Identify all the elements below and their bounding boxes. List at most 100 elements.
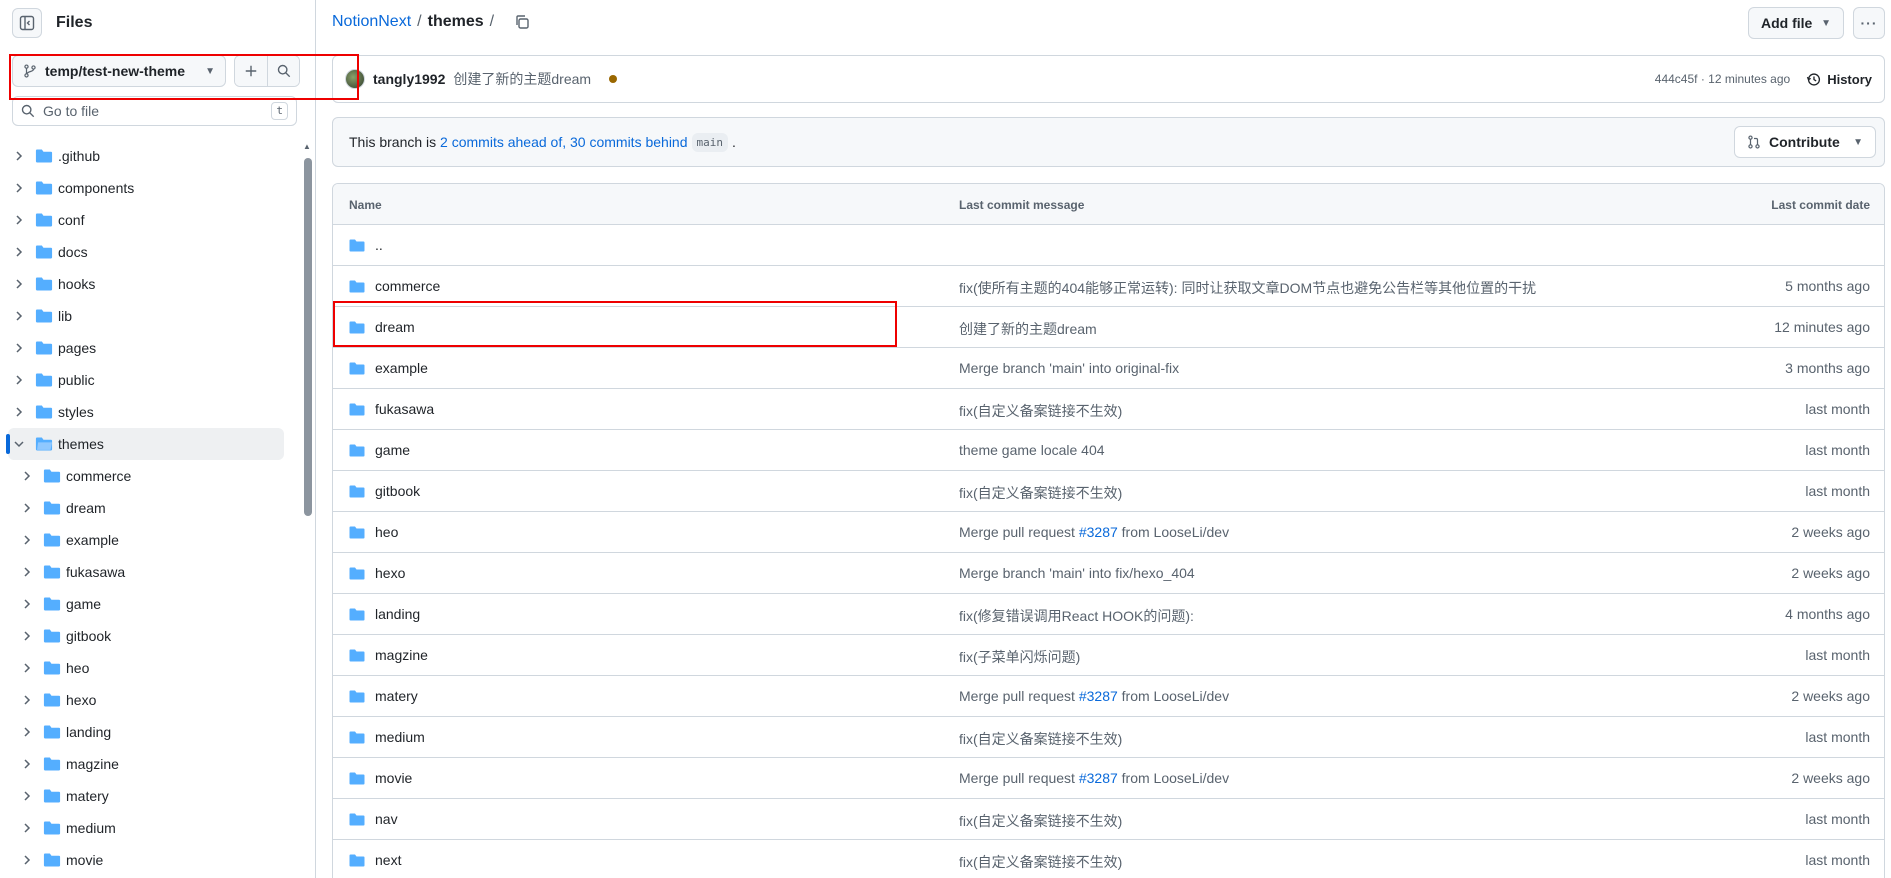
file-name-link[interactable]: dream: [375, 319, 415, 335]
last-commit-message[interactable]: Merge branch 'main' into original-fix: [959, 360, 1179, 376]
chevron-right-icon[interactable]: [21, 630, 33, 642]
search-files-button[interactable]: [267, 56, 299, 86]
file-name-link[interactable]: next: [375, 852, 401, 868]
file-name-link[interactable]: ..: [375, 237, 383, 253]
last-commit-message[interactable]: fix(自定义备案链接不生效): [959, 729, 1122, 749]
tree-item-styles[interactable]: styles: [0, 396, 302, 428]
last-commit-message[interactable]: theme game locale 404: [959, 442, 1105, 458]
go-to-file-search[interactable]: t: [12, 96, 297, 126]
breadcrumb-repo-link[interactable]: NotionNext: [332, 13, 411, 31]
tree-item-gitbook[interactable]: gitbook: [0, 620, 302, 652]
commit-status-dot-icon[interactable]: [609, 75, 618, 83]
last-commit-message[interactable]: fix(子菜单闪烁问题): [959, 647, 1080, 667]
file-name-link[interactable]: heo: [375, 524, 398, 540]
table-row[interactable]: hexo Merge branch 'main' into fix/hexo_40…: [333, 553, 1884, 594]
history-button[interactable]: History: [1806, 72, 1872, 87]
table-row[interactable]: landing fix(修复错误调用React HOOK的问题): 4 months…: [333, 594, 1884, 635]
avatar[interactable]: [345, 69, 365, 89]
pull-request-link[interactable]: #3287: [1079, 524, 1118, 540]
chevron-right-icon[interactable]: [21, 470, 33, 482]
tree-item-example[interactable]: example: [0, 524, 302, 556]
file-name-link[interactable]: commerce: [375, 278, 440, 294]
tree-item-magzine[interactable]: magzine: [0, 748, 302, 780]
table-row[interactable]: next fix(自定义备案链接不生效) last month: [333, 840, 1884, 878]
pull-request-link[interactable]: #3287: [1079, 770, 1118, 786]
file-name-link[interactable]: movie: [375, 770, 412, 786]
tree-item-public[interactable]: public: [0, 364, 302, 396]
chevron-right-icon[interactable]: [21, 822, 33, 834]
chevron-right-icon[interactable]: [21, 598, 33, 610]
tree-item-lib[interactable]: lib: [0, 300, 302, 332]
tree-item-movie[interactable]: movie: [0, 844, 302, 876]
chevron-right-icon[interactable]: [21, 758, 33, 770]
chevron-right-icon[interactable]: [21, 854, 33, 866]
chevron-right-icon[interactable]: [21, 790, 33, 802]
file-name-link[interactable]: game: [375, 442, 410, 458]
chevron-right-icon[interactable]: [21, 694, 33, 706]
last-commit-message[interactable]: fix(自定义备案链接不生效): [959, 483, 1122, 503]
chevron-right-icon[interactable]: [13, 182, 25, 194]
last-commit-message[interactable]: fix(自定义备案链接不生效): [959, 852, 1122, 872]
chevron-right-icon[interactable]: [13, 214, 25, 226]
table-row[interactable]: magzine fix(子菜单闪烁问题) last month: [333, 635, 1884, 676]
chevron-down-icon[interactable]: [13, 438, 25, 450]
branch-selector[interactable]: temp/test-new-theme ▼: [12, 55, 226, 87]
file-name-link[interactable]: example: [375, 360, 428, 376]
tree-item-hooks[interactable]: hooks: [0, 268, 302, 300]
tree-item-conf[interactable]: conf: [0, 204, 302, 236]
chevron-right-icon[interactable]: [21, 726, 33, 738]
contribute-dropdown[interactable]: Contribute ▼: [1734, 126, 1876, 158]
chevron-right-icon[interactable]: [21, 662, 33, 674]
chevron-right-icon[interactable]: [13, 310, 25, 322]
add-file-dropdown[interactable]: Add file ▼: [1748, 7, 1844, 39]
last-commit-message[interactable]: Merge pull request #3287 from LooseLi/de…: [959, 524, 1229, 540]
tree-item-matery[interactable]: matery: [0, 780, 302, 812]
commits-behind-link[interactable]: 30 commits behind: [570, 134, 688, 150]
tree-item-medium[interactable]: medium: [0, 812, 302, 844]
last-commit-message[interactable]: fix(使所有主题的404能够正常运转): 同时让获取文章DOM节点也避免公告栏…: [959, 278, 1536, 298]
chevron-right-icon[interactable]: [13, 342, 25, 354]
last-commit-message[interactable]: Merge pull request #3287 from LooseLi/de…: [959, 688, 1229, 704]
chevron-right-icon[interactable]: [13, 278, 25, 290]
last-commit-message[interactable]: 创建了新的主题dream: [959, 319, 1097, 339]
file-name-link[interactable]: gitbook: [375, 483, 420, 499]
tree-item-github[interactable]: .github: [0, 140, 302, 172]
file-name-link[interactable]: hexo: [375, 565, 405, 581]
tree-item-pages[interactable]: pages: [0, 332, 302, 364]
go-to-file-input[interactable]: [43, 103, 264, 119]
tree-item-themes[interactable]: themes: [6, 428, 284, 460]
tree-item-commerce[interactable]: commerce: [0, 460, 302, 492]
scrollbar-thumb[interactable]: [304, 158, 312, 516]
file-name-link[interactable]: matery: [375, 688, 418, 704]
chevron-right-icon[interactable]: [21, 502, 33, 514]
tree-item-heo[interactable]: heo: [0, 652, 302, 684]
table-row[interactable]: heo Merge pull request #3287 from LooseLi…: [333, 512, 1884, 553]
tree-item-fukasawa[interactable]: fukasawa: [0, 556, 302, 588]
file-name-link[interactable]: magzine: [375, 647, 428, 663]
more-options-button[interactable]: ···: [1853, 7, 1885, 39]
file-name-link[interactable]: landing: [375, 606, 420, 622]
tree-item-dream[interactable]: dream: [0, 492, 302, 524]
chevron-right-icon[interactable]: [13, 374, 25, 386]
commit-message[interactable]: 创建了新的主题dream: [453, 69, 591, 89]
chevron-right-icon[interactable]: [13, 246, 25, 258]
collapse-sidebar-button[interactable]: [12, 8, 42, 38]
commits-ahead-link[interactable]: 2 commits ahead of,: [440, 134, 566, 150]
table-row[interactable]: nav fix(自定义备案链接不生效) last month: [333, 799, 1884, 840]
chevron-right-icon[interactable]: [21, 566, 33, 578]
last-commit-message[interactable]: Merge branch 'main' into fix/hexo_404: [959, 565, 1195, 581]
last-commit-message[interactable]: fix(自定义备案链接不生效): [959, 811, 1122, 831]
tree-item-landing[interactable]: landing: [0, 716, 302, 748]
tree-item-components[interactable]: components: [0, 172, 302, 204]
table-row[interactable]: example Merge branch 'main' into original…: [333, 348, 1884, 389]
table-row[interactable]: dream 创建了新的主题dream 12 minutes ago: [333, 307, 1884, 348]
add-file-button[interactable]: [235, 56, 267, 86]
table-row[interactable]: ..: [333, 225, 1884, 266]
file-name-link[interactable]: fukasawa: [375, 401, 434, 417]
tree-item-game[interactable]: game: [0, 588, 302, 620]
tree-scrollbar[interactable]: ▲: [302, 140, 312, 878]
commit-author[interactable]: tangly1992: [373, 71, 445, 87]
last-commit-message[interactable]: Merge pull request #3287 from LooseLi/de…: [959, 770, 1229, 786]
chevron-right-icon[interactable]: [13, 150, 25, 162]
table-row[interactable]: matery Merge pull request #3287 from Loos…: [333, 676, 1884, 717]
